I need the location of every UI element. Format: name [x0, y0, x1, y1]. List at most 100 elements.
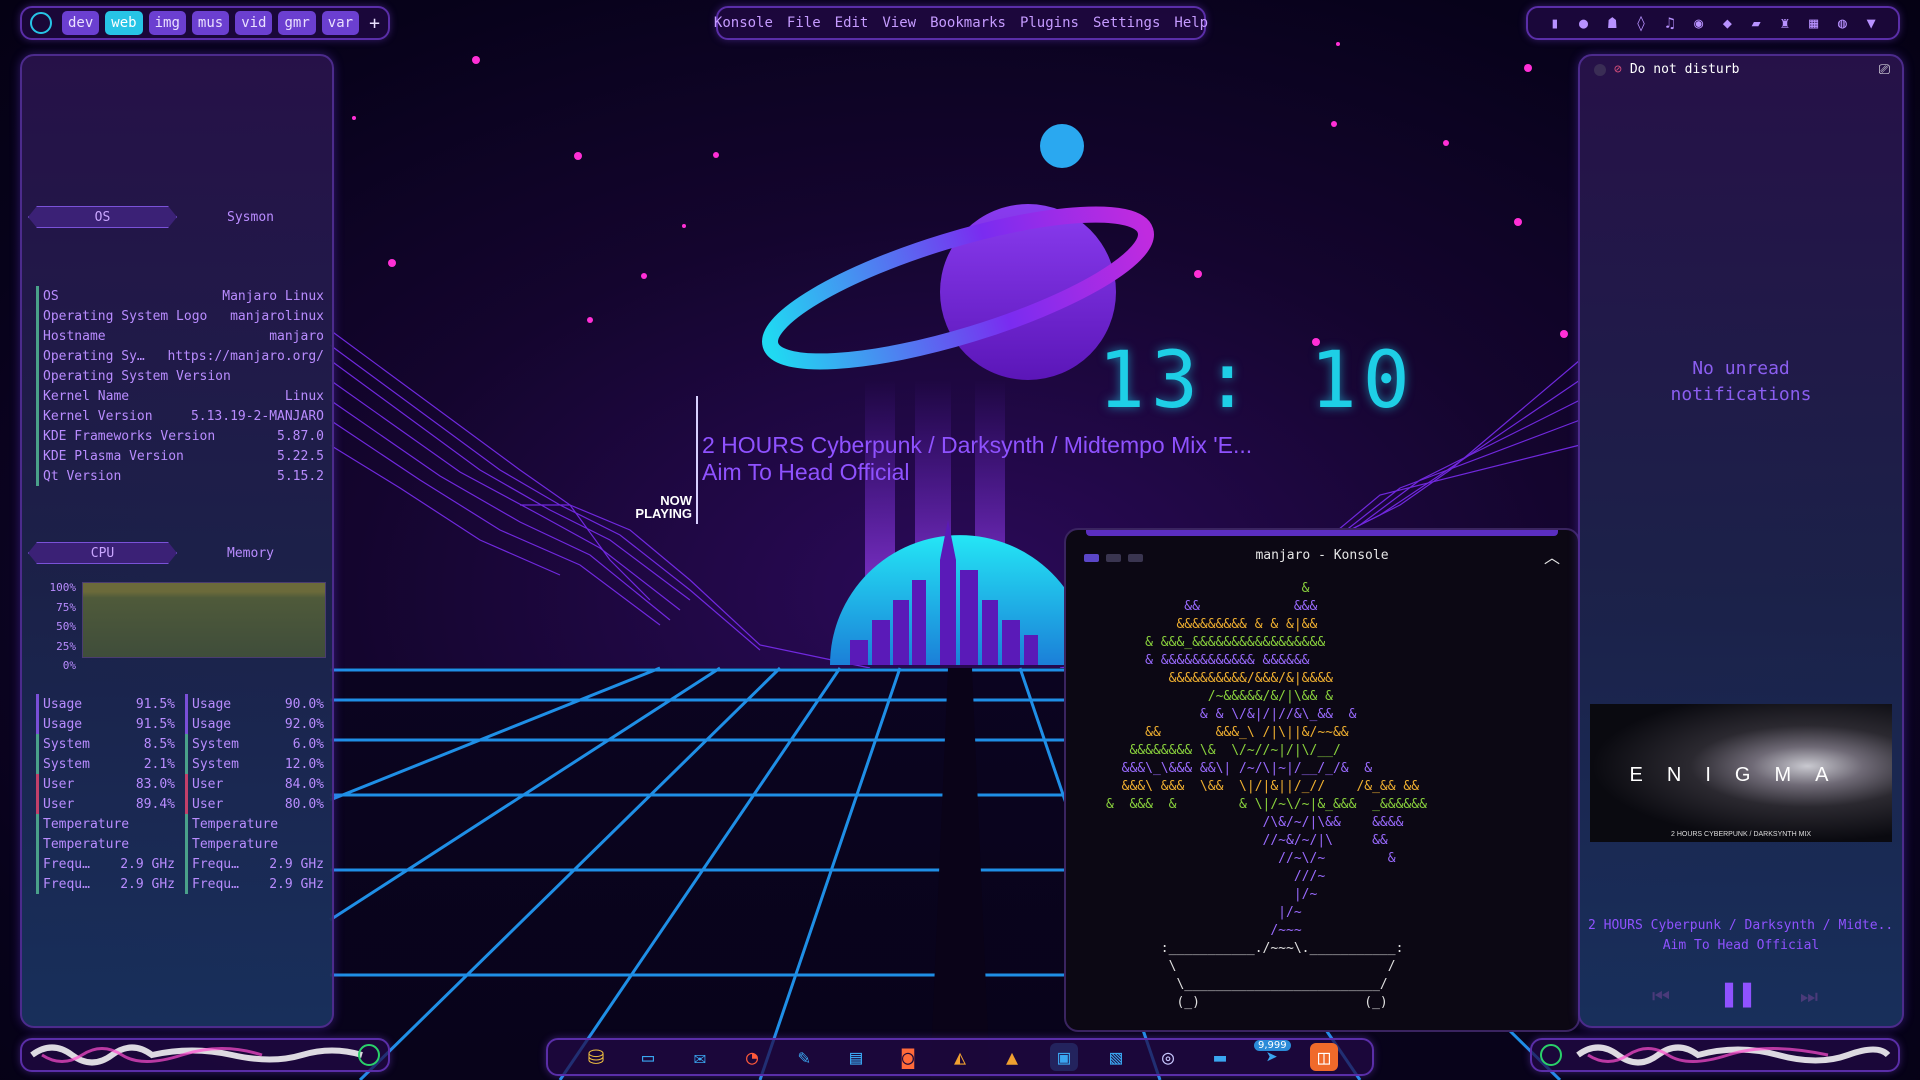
- terminal-line: ///~: [1106, 869, 1326, 884]
- files-icon[interactable]: ▭: [634, 1043, 662, 1071]
- konsole-window[interactable]: manjaro - Konsole ︿ & && &&& &&&&&&&&& &…: [1064, 528, 1580, 1032]
- list-item: KDE Frameworks Version 5.87.0: [36, 426, 324, 446]
- menu-help[interactable]: Help: [1174, 15, 1208, 31]
- clear-notifications-icon[interactable]: ⎚: [1879, 62, 1890, 78]
- terminal-line: :___________./~~~\.___________:: [1106, 941, 1404, 956]
- workspace-dev[interactable]: dev: [62, 11, 100, 35]
- audio-visualizer-left: [20, 1038, 390, 1072]
- clipboard-icon[interactable]: ▰: [1748, 15, 1764, 31]
- workspace-var[interactable]: var: [321, 11, 360, 35]
- terminal-output[interactable]: & && &&& &&&&&&&&& & & &|&& & &&&_&&&&&&…: [1106, 580, 1427, 1012]
- vlc-icon[interactable]: ▲: [998, 1043, 1026, 1071]
- keyboard-icon[interactable]: ▦: [1806, 15, 1822, 31]
- pause-icon[interactable]: ❚❚: [1720, 976, 1756, 1011]
- graph-tick: 25%: [56, 639, 76, 653]
- photos-icon[interactable]: ▧: [1102, 1043, 1130, 1071]
- window-accent: [1086, 530, 1558, 536]
- location-icon[interactable]: ◊: [1633, 15, 1649, 31]
- tab-memory[interactable]: Memory: [177, 543, 324, 563]
- terminal-icon[interactable]: ▣: [1050, 1043, 1078, 1071]
- list-item: System 12.0%: [185, 754, 324, 774]
- dock: ⛁ ▭ ✉ ◔ ✎ ▤ ◙ ◭ ▲ ▣ ▧ ◎ ▬ ➤ ◫: [546, 1038, 1374, 1076]
- tab-sysmon[interactable]: Sysmon: [177, 207, 324, 227]
- recycle-icon[interactable]: [1540, 1044, 1562, 1066]
- chevron-up-icon[interactable]: ︿: [1544, 544, 1560, 568]
- now-playing-info: 2 HOURS Cyberpunk / Darksynth / Midtempo…: [702, 432, 1252, 486]
- list-item: Temperature: [36, 814, 175, 834]
- list-item: Frequ… 2.9 GHz: [36, 854, 175, 874]
- list-item: User 80.0%: [185, 794, 324, 814]
- list-item: System 6.0%: [185, 734, 324, 754]
- system-tray: ▮ ● ☗ ◊ ♫ ◉ ◆ ▰ ♜ ▦ ◍ ▼: [1526, 6, 1900, 40]
- recycle-icon[interactable]: [358, 1044, 380, 1066]
- network-icon[interactable]: ◆: [1719, 15, 1735, 31]
- graph-tick: 100%: [49, 581, 77, 594]
- add-workspace-button[interactable]: +: [369, 13, 380, 34]
- terminal-line: & &&&&&&&&&&&& &&&&&&: [1106, 653, 1310, 668]
- now-playing-divider: [696, 396, 698, 524]
- menu-settings[interactable]: Settings: [1093, 15, 1160, 31]
- power-icon[interactable]: ◉: [1691, 15, 1707, 31]
- menu-file[interactable]: File: [787, 15, 821, 31]
- equalizer-icon[interactable]: ▮: [1547, 15, 1563, 31]
- album-caption: 2 HOURS CYBERPUNK / DARKSYNTH MIX: [1670, 831, 1812, 838]
- laptop-icon[interactable]: ▬: [1206, 1043, 1234, 1071]
- track-title: 2 HOURS Cyberpunk / Darksynth / Midte...: [1588, 918, 1896, 933]
- graph-tick: 50%: [56, 620, 76, 633]
- list-item: Frequ… 2.9 GHz: [36, 874, 175, 894]
- desktop-clock: 13: 10: [1098, 336, 1416, 426]
- graph-tick: 75%: [56, 600, 76, 614]
- workspace-vid[interactable]: vid: [235, 11, 273, 35]
- next-track-icon[interactable]: ⏭: [1800, 984, 1818, 1008]
- tab-os[interactable]: OS: [28, 206, 177, 228]
- camera-icon[interactable]: ◙: [894, 1043, 922, 1071]
- game-icon[interactable]: ◭: [946, 1043, 974, 1071]
- list-item: Operating System Logo manjarolinux: [36, 306, 324, 326]
- graph-tick: 0%: [62, 659, 76, 672]
- menu-plugins[interactable]: Plugins: [1020, 15, 1079, 31]
- playing-label: PLAYING: [635, 506, 692, 521]
- list-item: Operating Sy… https://manjaro.org/: [36, 346, 324, 366]
- manjaro-logo-icon[interactable]: [30, 12, 52, 34]
- office-icon[interactable]: ▤: [842, 1043, 870, 1071]
- album-word: ENIGMA: [1629, 764, 1853, 786]
- konsole-title: manjaro - Konsole: [1255, 548, 1389, 563]
- check-circle-icon[interactable]: ●: [1576, 15, 1592, 31]
- terminal-line: /~~~: [1106, 923, 1302, 938]
- workspace-img[interactable]: img: [148, 11, 186, 35]
- audio-icon[interactable]: ♫: [1662, 15, 1678, 31]
- now-playing-title: 2 HOURS Cyberpunk / Darksynth / Midtempo…: [702, 432, 1253, 458]
- mail-icon[interactable]: ✉: [686, 1043, 714, 1071]
- list-item: Temperature: [185, 834, 324, 854]
- os-info-list: OS Manjaro Linux Operating System Logo man…: [36, 286, 324, 486]
- list-item: Kernel Name Linux: [36, 386, 324, 406]
- previous-track-icon[interactable]: ⏮: [1652, 984, 1670, 1008]
- browser-icon[interactable]: ◔: [738, 1043, 766, 1071]
- terminal-line: \ /: [1106, 959, 1396, 974]
- menu-konsole[interactable]: Konsole: [714, 15, 773, 31]
- list-item: Qt Version 5.15.2: [36, 466, 324, 486]
- terminal-line: & & \/&|/|//&\_&& &: [1106, 707, 1357, 722]
- menu-bookmarks[interactable]: Bookmarks: [930, 15, 1006, 31]
- workspace-gmr[interactable]: gmr: [278, 11, 316, 35]
- do-not-disturb-toggle[interactable]: ⊘ Do not disturb: [1594, 62, 1739, 77]
- chevron-down-icon[interactable]: ▼: [1863, 15, 1879, 31]
- track-artist: Aim To Head Official: [1662, 938, 1820, 953]
- headset-icon[interactable]: ◍: [1834, 15, 1850, 31]
- settings-icon[interactable]: ◎: [1154, 1043, 1182, 1071]
- workspace-web[interactable]: web: [105, 11, 143, 35]
- menu-edit[interactable]: Edit: [835, 15, 869, 31]
- workspace-mus[interactable]: mus: [191, 11, 230, 35]
- screenshot-icon[interactable]: ◫: [1310, 1043, 1338, 1071]
- tab-cpu[interactable]: CPU: [28, 542, 177, 564]
- editor-icon[interactable]: ✎: [790, 1043, 818, 1071]
- bell-icon[interactable]: ♜: [1777, 15, 1793, 31]
- notification-badge: 9,999: [1254, 1040, 1291, 1051]
- user-icon[interactable]: ☗: [1604, 15, 1620, 31]
- list-item: User 89.4%: [36, 794, 175, 814]
- terminal-line: &&&\_\&&& &&\| /~/\|~|/__/_/& &: [1106, 761, 1373, 776]
- menu-view[interactable]: View: [882, 15, 916, 31]
- terminal-line: |/~: [1106, 887, 1318, 902]
- store-icon[interactable]: ⛁: [582, 1043, 610, 1071]
- cpu-usage-graph: 100% 75% 50% 25% 0%: [36, 578, 336, 672]
